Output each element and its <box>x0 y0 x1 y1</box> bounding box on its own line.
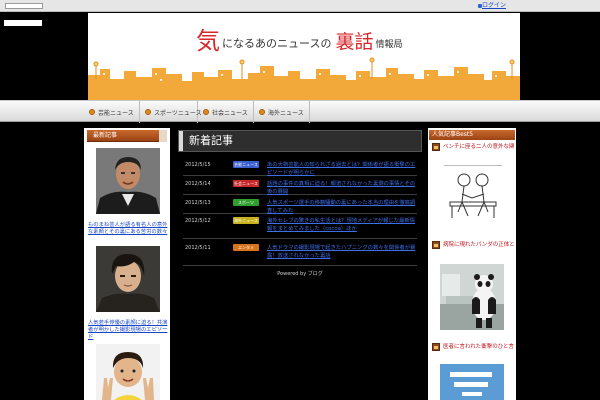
news-title-link[interactable]: 人気スポーツ選手の移籍騒動の裏にあった本当の理由を徹底調査してみた <box>267 199 417 215</box>
ranking-header: 人気記事Best5 <box>429 130 515 140</box>
heading-accent <box>179 131 183 151</box>
nav-item-sports[interactable]: スポーツニュース <box>140 101 202 123</box>
ranking-header-label: 人気記事Best5 <box>432 131 474 138</box>
nav-item-world[interactable]: 海外ニュース <box>254 101 310 123</box>
category-badge[interactable]: 海外ニュース <box>233 217 259 224</box>
ranking-item-title[interactable]: 医者に言われた衝撃のひと言 <box>443 343 514 351</box>
article-thumbnail-man[interactable] <box>96 148 160 214</box>
main-content: 新着記事 2012/5/15 芸能ニュース あの大物芸能人の知られざる過去とは？… <box>176 128 424 400</box>
nav-item-geino[interactable]: 芸能ニュース <box>84 101 140 123</box>
nav-item-society[interactable]: 社会ニュース <box>198 101 254 123</box>
site-banner[interactable]: 気 になるあのニュースの 裏話 情報局 <box>88 13 520 100</box>
book-cover-image <box>440 364 504 400</box>
ranking-thumbnail[interactable] <box>440 264 504 330</box>
page: ログイン 気 になるあのニュースの 裏話 情報局 芸能ニュース スポーツニュース… <box>0 0 600 400</box>
portrait-comedian-image <box>96 344 160 400</box>
nav-item-label: 社会ニュース <box>212 109 248 117</box>
folder-icon <box>432 343 440 351</box>
ranking-item[interactable]: 病院に現れたパンダの正体とは <box>432 240 514 250</box>
news-row: 2012/5/11 エンタメ 人気ドラマの撮影現場で起きたハプニングの数々を関係… <box>183 244 417 266</box>
sidebar-header-label: 最新記事 <box>93 132 118 139</box>
section-heading: 新着記事 <box>178 130 422 152</box>
header-corner <box>159 130 167 142</box>
global-nav: 芸能ニュース スポーツニュース 社会ニュース 海外ニュース <box>0 100 600 123</box>
ranking-item[interactable]: 医者に言われた衝撃のひと言 <box>432 342 514 352</box>
ranking-thumbnail[interactable] <box>440 364 504 400</box>
ranking-item-title[interactable]: ベンチに座る二人の意外な関係 <box>443 143 514 151</box>
section-heading-label: 新着記事 <box>189 134 233 147</box>
article-thumbnail-comedian[interactable] <box>96 344 160 400</box>
category-badge[interactable]: 社会ニュース <box>233 180 259 187</box>
news-row: 2012/5/14 社会ニュース 話題の事件の真相に迫る！報道されなかった裏側の… <box>183 180 417 195</box>
pager-text: Powered by ブログ <box>277 271 323 277</box>
news-title-link[interactable]: あの大物芸能人の知られざる過去とは？関係者が語る衝撃のエピソードが明らかに <box>267 161 417 177</box>
article-link[interactable]: ものまね芸人が語る有名人の意外な素顔とその裏にある苦労の数々 <box>88 222 168 236</box>
login-link[interactable]: ログイン <box>482 2 506 10</box>
bullet-icon <box>259 109 265 115</box>
bullet-icon <box>89 109 95 115</box>
bullet-icon <box>203 109 209 115</box>
nav-item-label: スポーツニュース <box>154 109 202 117</box>
news-title-link[interactable]: 話題の事件の真相に迫る！報道されなかった裏側の事情とその後の展開 <box>267 180 417 196</box>
news-title-link[interactable]: 海外セレブの驚きの私生活とは？現地メディアが報じた最新情報をまとめてみました（c… <box>267 217 417 233</box>
hospital-panda-image <box>440 264 504 330</box>
site-id-block <box>4 20 42 26</box>
sidebar-header: 最新記事 <box>87 130 167 142</box>
news-row: 2012/5/15 芸能ニュース あの大物芸能人の知られざる過去とは？関係者が語… <box>183 161 417 176</box>
top-bar: ログイン <box>0 0 600 12</box>
news-date: 2012/5/14 <box>185 181 211 187</box>
category-badge[interactable]: エンタメ <box>233 244 259 251</box>
article-thumbnail-actor[interactable] <box>96 246 160 312</box>
search-input[interactable] <box>5 3 43 9</box>
portrait-actor-image <box>96 246 160 312</box>
article-link[interactable]: 人気若手俳優の素顔に迫る！共演者が明かした撮影現場のエピソード <box>88 320 168 341</box>
ranking-thumbnail[interactable] <box>440 160 506 226</box>
portrait-man-image <box>96 148 160 214</box>
news-title-link[interactable]: 人気ドラマの撮影現場で起きたハプニングの数々を関係者が暴露！放送されなかった裏話 <box>267 244 417 260</box>
left-sidebar: 最新記事 ものまね芸人が語る有名人の意外な素顔とその裏にある苦労の数々 人気若手… <box>84 128 170 400</box>
news-date: 2012/5/12 <box>185 218 211 224</box>
nav-item-label: 芸能ニュース <box>98 109 134 117</box>
bullet-icon <box>145 109 151 115</box>
ranking-item-title[interactable]: 病院に現れたパンダの正体とは <box>443 241 514 249</box>
news-row: 2012/5/13 スポーツ 人気スポーツ選手の移籍騒動の裏にあった本当の理由を… <box>183 199 417 214</box>
category-badge[interactable]: 芸能ニュース <box>233 161 259 168</box>
ranking-item[interactable]: ベンチに座る二人の意外な関係 <box>432 142 514 152</box>
city-skyline-illustration <box>88 57 520 100</box>
news-date: 2012/5/11 <box>185 245 211 251</box>
folder-icon <box>432 143 440 151</box>
category-badge[interactable]: スポーツ <box>233 199 259 206</box>
right-sidebar: 人気記事Best5 ベンチに座る二人の意外な関係 病院に現れたパンダの正体とは … <box>428 128 516 400</box>
nav-item-label: 海外ニュース <box>268 109 304 117</box>
news-row: 2012/5/12 海外ニュース 海外セレブの驚きの私生活とは？現地メディアが報… <box>183 217 417 239</box>
folder-icon <box>432 241 440 249</box>
news-date: 2012/5/15 <box>185 162 211 168</box>
bench-illustration <box>440 160 506 226</box>
news-date: 2012/5/13 <box>185 200 211 206</box>
